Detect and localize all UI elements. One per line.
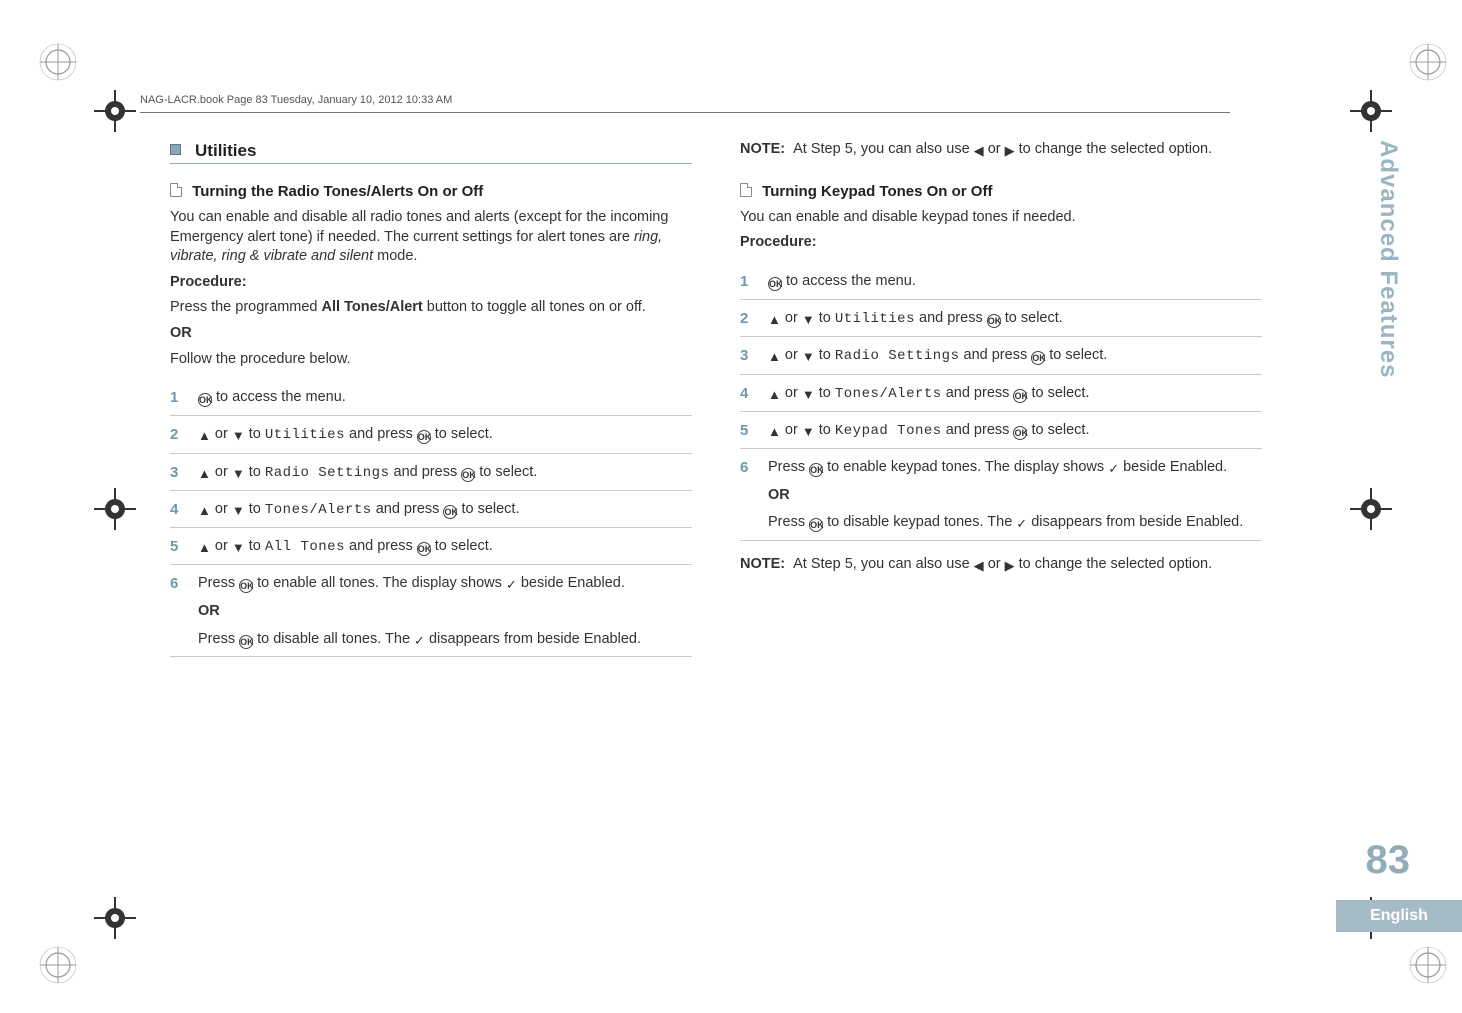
side-tab-label: Advanced Features (1374, 140, 1402, 378)
step-2: 2 ▲ or ▼ to Utilities and press OK to se… (170, 416, 692, 453)
steps-list-left: 1 OK to access the menu. 2 ▲ or ▼ to Uti… (170, 379, 692, 657)
ok-button-icon: OK (809, 463, 823, 477)
nav-left-icon: ◀ (974, 557, 984, 575)
check-icon: ✓ (414, 632, 425, 650)
print-header-rule (140, 112, 1230, 113)
ok-button-icon: OK (1031, 351, 1045, 365)
procedure-line-2: Follow the procedure below. (170, 350, 692, 370)
ok-button-icon: OK (987, 314, 1001, 328)
steps-list-right: 1 OK to access the menu. 2 ▲ or ▼ to Uti… (740, 263, 1262, 541)
print-mark-top-left-outer (38, 42, 78, 82)
crosshair-mid-left (94, 488, 136, 530)
print-mark-bottom-left-outer (38, 945, 78, 985)
ok-button-icon: OK (417, 430, 431, 444)
check-icon: ✓ (1108, 460, 1119, 478)
nav-down-icon: ▼ (232, 502, 245, 520)
ok-button-icon: OK (461, 468, 475, 482)
check-icon: ✓ (506, 576, 517, 594)
nav-down-icon: ▼ (232, 427, 245, 445)
subsection-1-title: Turning the Radio Tones/Alerts On or Off (170, 182, 692, 202)
sub2-intro: You can enable and disable keypad tones … (740, 208, 1262, 228)
nav-down-icon: ▼ (802, 311, 815, 329)
crosshair-top-right (1350, 90, 1392, 132)
or-label: OR (170, 324, 692, 344)
crosshair-top-left (94, 90, 136, 132)
step-4: 4 ▲ or ▼ to Tones/Alerts and press OK to… (170, 491, 692, 528)
nav-down-icon: ▼ (802, 348, 815, 366)
step-5: 5 ▲ or ▼ to Keypad Tones and press OK to… (740, 412, 1262, 449)
page-number-box: 83 (1352, 840, 1410, 880)
page-number: 83 (1352, 840, 1410, 880)
nav-right-icon: ▶ (1005, 142, 1015, 160)
ok-button-icon: OK (809, 518, 823, 532)
section-header: Utilities (170, 140, 692, 163)
nav-up-icon: ▲ (198, 465, 211, 483)
section-rule (170, 163, 692, 164)
ok-button-icon: OK (443, 505, 457, 519)
procedure-label-2: Procedure: (740, 233, 1262, 253)
nav-down-icon: ▼ (802, 423, 815, 441)
step-2: 2 ▲ or ▼ to Utilities and press OK to se… (740, 300, 1262, 337)
nav-up-icon: ▲ (768, 386, 781, 404)
note-top: NOTE: At Step 5, you can also use ◀ or ▶… (740, 140, 1262, 160)
language-label: English (1370, 907, 1428, 925)
step-5: 5 ▲ or ▼ to All Tones and press OK to se… (170, 528, 692, 565)
crosshair-bottom-left (94, 897, 136, 939)
section-title: Utilities (195, 141, 256, 160)
nav-down-icon: ▼ (802, 386, 815, 404)
step-6: 6 Press OK to enable all tones. The disp… (170, 565, 692, 657)
print-header-text: NAG-LACR.book Page 83 Tuesday, January 1… (140, 94, 452, 106)
print-mark-bottom-right-outer (1408, 945, 1448, 985)
ok-button-icon: OK (198, 393, 212, 407)
ok-button-icon: OK (1013, 389, 1027, 403)
ok-button-icon: OK (1013, 426, 1027, 440)
procedure-line-1: Press the programmed All Tones/Alert but… (170, 298, 692, 318)
side-tab: Advanced Features (1368, 140, 1408, 680)
nav-up-icon: ▲ (768, 423, 781, 441)
step-3: 3 ▲ or ▼ to Radio Settings and press OK … (170, 454, 692, 491)
step-1: 1 OK to access the menu. (170, 379, 692, 416)
subsection-2-title: Turning Keypad Tones On or Off (740, 182, 1262, 202)
document-icon (170, 183, 182, 197)
print-mark-top-right-outer (1408, 42, 1448, 82)
step-6: 6 Press OK to enable keypad tones. The d… (740, 449, 1262, 541)
nav-right-icon: ▶ (1005, 557, 1015, 575)
ok-button-icon: OK (239, 579, 253, 593)
nav-down-icon: ▼ (232, 539, 245, 557)
nav-up-icon: ▲ (198, 502, 211, 520)
section-bullet-icon (170, 144, 181, 155)
nav-up-icon: ▲ (198, 539, 211, 557)
column-right: NOTE: At Step 5, you can also use ◀ or ▶… (740, 140, 1262, 880)
column-left: Utilities Turning the Radio Tones/Alerts… (170, 140, 692, 880)
check-icon: ✓ (1016, 515, 1027, 533)
nav-up-icon: ▲ (768, 311, 781, 329)
page-body: Utilities Turning the Radio Tones/Alerts… (170, 140, 1262, 880)
nav-left-icon: ◀ (974, 142, 984, 160)
ok-button-icon: OK (768, 277, 782, 291)
ok-button-icon: OK (417, 542, 431, 556)
intro-paragraph: You can enable and disable all radio ton… (170, 208, 692, 267)
note-bottom: NOTE: At Step 5, you can also use ◀ or ▶… (740, 555, 1262, 575)
step-3: 3 ▲ or ▼ to Radio Settings and press OK … (740, 337, 1262, 374)
nav-up-icon: ▲ (198, 427, 211, 445)
nav-down-icon: ▼ (232, 465, 245, 483)
procedure-label: Procedure: (170, 273, 692, 293)
nav-up-icon: ▲ (768, 348, 781, 366)
ok-button-icon: OK (239, 635, 253, 649)
step-1: 1 OK to access the menu. (740, 263, 1262, 300)
document-icon (740, 183, 752, 197)
language-bar: English (1336, 900, 1462, 932)
step-4: 4 ▲ or ▼ to Tones/Alerts and press OK to… (740, 375, 1262, 412)
